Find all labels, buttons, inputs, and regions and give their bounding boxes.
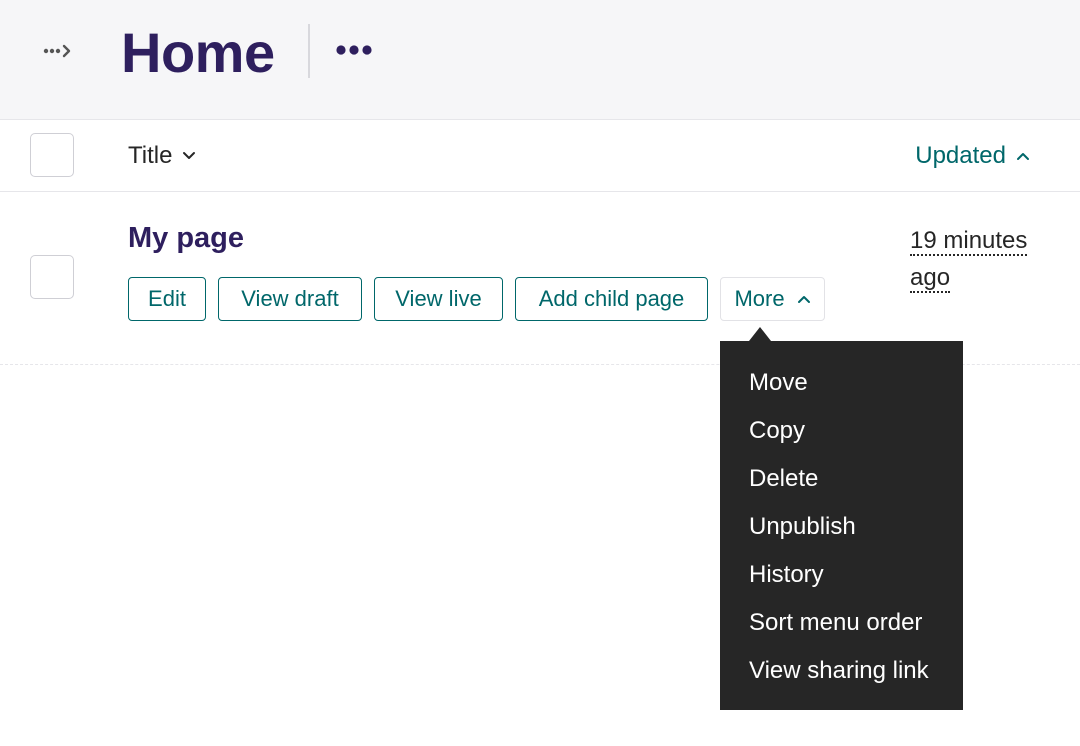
- updated-column-label: Updated: [915, 142, 1006, 169]
- chevron-up-icon: [797, 296, 810, 303]
- breadcrumb-expand-icon[interactable]: [36, 38, 80, 64]
- menu-item-unpublish[interactable]: Unpublish: [720, 509, 963, 557]
- updated-line-2: ago: [910, 264, 951, 293]
- sort-by-title[interactable]: Title: [128, 142, 196, 170]
- menu-item-move[interactable]: Move: [720, 365, 963, 413]
- more-button[interactable]: More: [720, 277, 825, 321]
- menu-item-view-sharing-link[interactable]: View sharing link: [720, 653, 963, 701]
- add-child-page-button[interactable]: Add child page: [515, 277, 708, 321]
- chevron-down-icon: [183, 152, 196, 159]
- sort-by-updated[interactable]: Updated: [915, 142, 1030, 170]
- more-button-label: More: [734, 286, 785, 311]
- title-divider: [308, 24, 310, 78]
- menu-item-sort-menu-order[interactable]: Sort menu order: [720, 605, 963, 653]
- select-all-checkbox[interactable]: [30, 133, 74, 177]
- page-header: Home: [0, 0, 1080, 120]
- edit-button[interactable]: Edit: [128, 277, 206, 321]
- view-draft-button[interactable]: View draft: [218, 277, 362, 321]
- page-title-link[interactable]: My page: [128, 222, 244, 255]
- table-row: My page Edit View draft View live Add ch…: [0, 192, 1080, 365]
- chevron-up-icon: [1017, 153, 1029, 160]
- view-live-button[interactable]: View live: [374, 277, 503, 321]
- table-header: Title Updated: [0, 120, 1080, 192]
- menu-item-copy[interactable]: Copy: [720, 413, 963, 461]
- more-actions-menu: Move Copy Delete Unpublish History Sort …: [720, 341, 963, 710]
- menu-item-delete[interactable]: Delete: [720, 461, 963, 509]
- updated-line-1: 19 minutes: [910, 227, 1028, 256]
- title-column-label: Title: [128, 142, 173, 169]
- more-actions-icon[interactable]: [330, 36, 378, 64]
- row-checkbox[interactable]: [30, 255, 74, 299]
- menu-item-history[interactable]: History: [720, 557, 963, 605]
- page-title: Home: [121, 21, 275, 84]
- updated-timestamp: 19 minutes ago: [910, 222, 1050, 296]
- dropdown-pointer: [749, 327, 771, 341]
